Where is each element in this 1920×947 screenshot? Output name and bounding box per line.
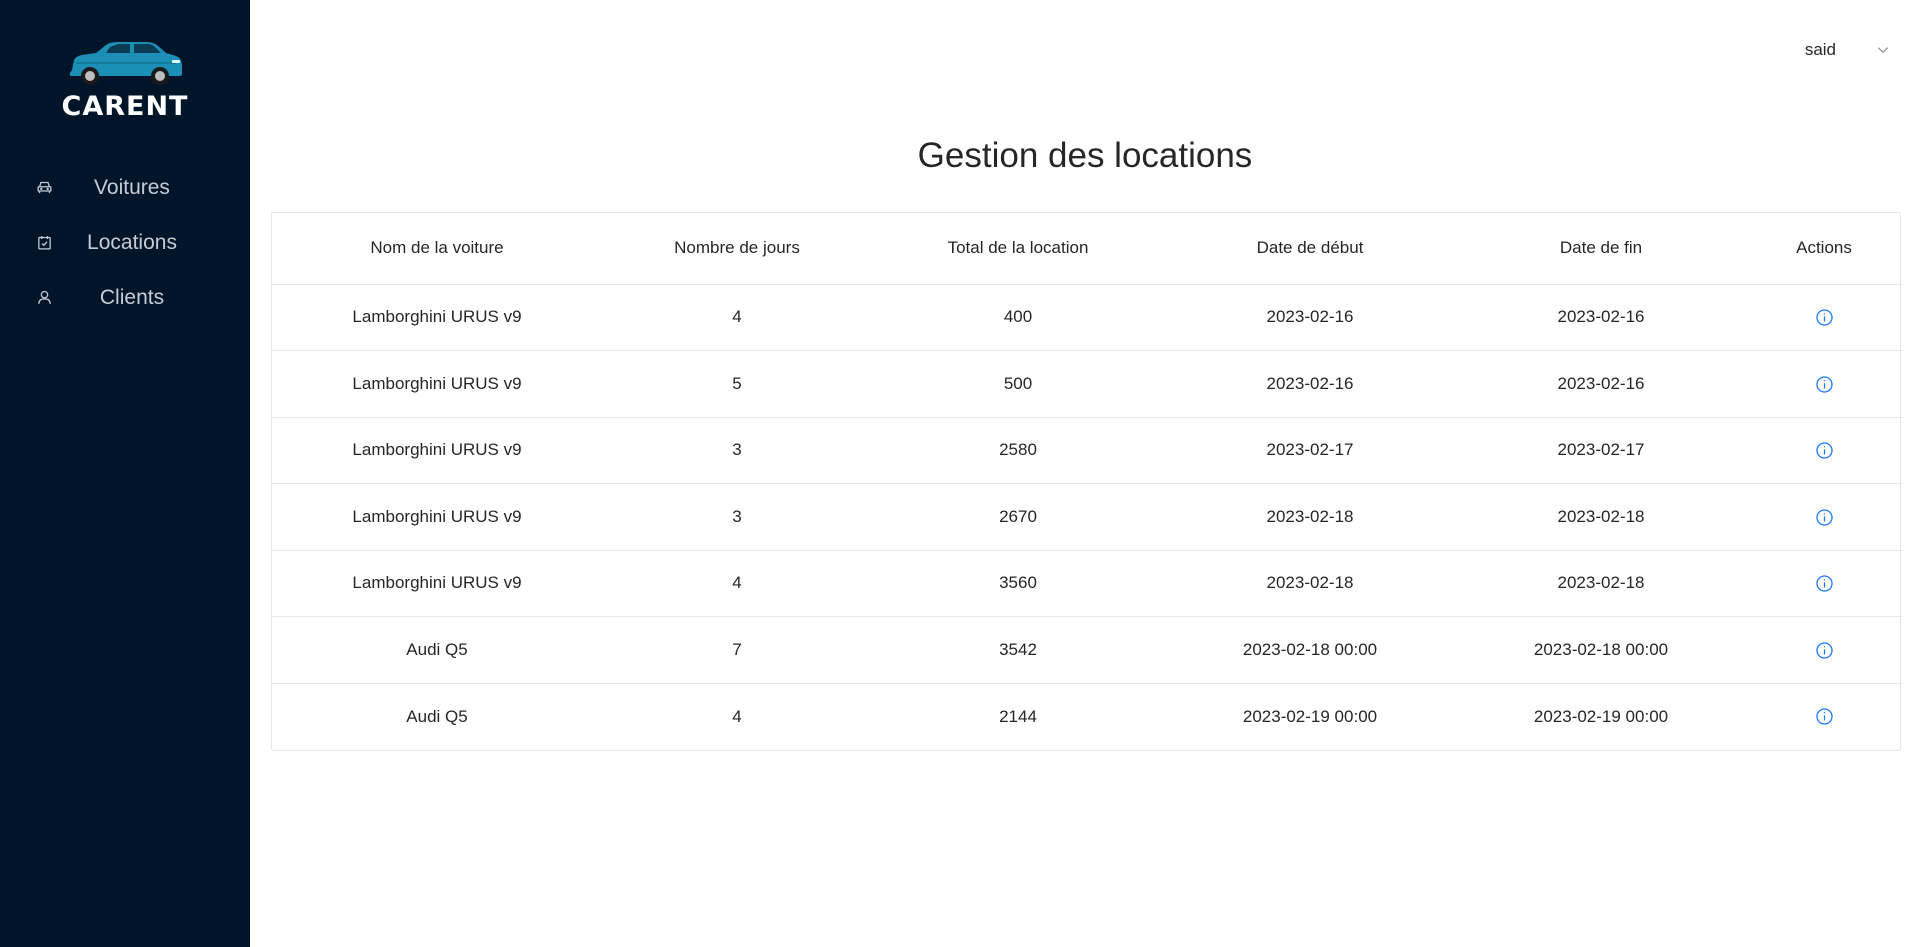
cell-end-date: 2023-02-16 <box>1456 350 1746 418</box>
car-logo-icon <box>69 42 182 85</box>
cell-car-name: Lamborghini URUS v9 <box>272 483 602 551</box>
user-dropdown[interactable]: said <box>1805 40 1890 60</box>
table-row: Lamborghini URUS v9 5 500 2023-02-16 202… <box>272 350 1902 418</box>
sidebar-item-voitures[interactable]: Voitures <box>0 160 250 215</box>
cell-end-date: 2023-02-16 <box>1456 284 1746 351</box>
car-icon <box>34 178 54 198</box>
cell-total: 2580 <box>872 417 1164 484</box>
sidebar: CARENT Voitures Locations Clients <box>0 0 250 947</box>
cell-days: 4 <box>602 550 872 617</box>
cell-car-name: Audi Q5 <box>272 616 602 684</box>
column-header-days: Nombre de jours <box>602 213 872 285</box>
cell-start-date: 2023-02-18 <box>1164 483 1456 551</box>
cell-car-name: Lamborghini URUS v9 <box>272 284 602 351</box>
table-row: Lamborghini URUS v9 3 2670 2023-02-18 20… <box>272 483 1902 551</box>
cell-days: 3 <box>602 417 872 484</box>
column-header-car-name: Nom de la voiture <box>272 213 602 285</box>
cell-car-name: Lamborghini URUS v9 <box>272 350 602 418</box>
sidebar-menu: Voitures Locations Clients <box>0 160 250 325</box>
cell-start-date: 2023-02-16 <box>1164 284 1456 351</box>
sidebar-item-locations[interactable]: Locations <box>0 215 250 270</box>
cell-end-date: 2023-02-19 00:00 <box>1533 706 1669 726</box>
user-name: said <box>1804 40 1836 59</box>
cell-total: 500 <box>872 350 1164 418</box>
sidebar-item-label: Locations <box>87 230 177 254</box>
cell-total: 400 <box>872 284 1164 351</box>
table-row: Lamborghini URUS v9 4 3560 2023-02-18 20… <box>272 550 1902 617</box>
app: CARENT Voitures Locations Clients said G… <box>0 0 1920 947</box>
cell-actions <box>1746 350 1902 418</box>
cell-actions <box>1746 483 1902 551</box>
info-circle-icon[interactable] <box>1813 506 1835 528</box>
table-row: Audi Q5 7 3542 2023-02-18 00:00 2023-02-… <box>272 616 1902 684</box>
cell-days: 3 <box>602 483 872 551</box>
calendar-check-icon <box>34 233 54 253</box>
cell-days: 4 <box>602 284 872 351</box>
table-header-row: Nom de la voiture Nombre de jours Total … <box>272 213 1902 285</box>
cell-start-date: 2023-02-17 <box>1164 417 1456 484</box>
column-header-end-date: Date de fin <box>1456 213 1746 285</box>
cell-total: 3560 <box>872 550 1164 617</box>
cell-start-date: 2023-02-18 <box>1164 550 1456 617</box>
locations-table: Nom de la voiture Nombre de jours Total … <box>271 212 1902 751</box>
column-header-start-date: Date de début <box>1164 213 1456 285</box>
info-circle-icon[interactable] <box>1813 706 1835 728</box>
sidebar-item-clients[interactable]: Clients <box>0 270 250 325</box>
cell-car-name: Lamborghini URUS v9 <box>272 417 602 484</box>
info-circle-icon[interactable] <box>1813 373 1835 395</box>
sidebar-item-label: Clients <box>99 285 165 309</box>
main-content: said Gestion des locations Nom de la voi… <box>250 0 1920 947</box>
brand-name: CARENT <box>61 91 189 122</box>
column-header-actions: Actions <box>1746 213 1902 285</box>
cell-days: 4 <box>732 706 742 726</box>
cell-car-name: Lamborghini URUS v9 <box>272 550 602 617</box>
cell-actions <box>1746 683 1902 750</box>
cell-end-date: 2023-02-18 <box>1456 483 1746 551</box>
cell-actions <box>1746 616 1902 684</box>
cell-total: 3542 <box>872 616 1164 684</box>
logo[interactable]: CARENT <box>0 0 250 122</box>
cell-start-date: 2023-02-18 00:00 <box>1164 616 1456 684</box>
table-row: Lamborghini URUS v9 3 2580 2023-02-17 20… <box>272 417 1902 484</box>
info-circle-icon[interactable] <box>1813 440 1835 462</box>
cell-car-name: Audi Q5 <box>406 706 468 726</box>
user-icon <box>34 288 54 308</box>
cell-start-date: 2023-02-19 00:00 <box>1242 706 1378 726</box>
column-header-total: Total de la location <box>872 213 1164 285</box>
cell-start-date: 2023-02-16 <box>1164 350 1456 418</box>
cell-end-date: 2023-02-17 <box>1456 417 1746 484</box>
info-circle-icon[interactable] <box>1813 639 1835 661</box>
cell-end-date: 2023-02-18 00:00 <box>1456 616 1746 684</box>
cell-days: 7 <box>602 616 872 684</box>
cell-total: 2670 <box>872 483 1164 551</box>
cell-actions <box>1746 284 1902 351</box>
info-circle-icon[interactable] <box>1813 307 1835 329</box>
cell-total: 2144 <box>999 706 1037 726</box>
chevron-down-icon <box>1876 43 1890 57</box>
info-circle-icon[interactable] <box>1813 573 1835 595</box>
page-title: Gestion des locations <box>917 136 1253 175</box>
cell-end-date: 2023-02-18 <box>1456 550 1746 617</box>
cell-actions <box>1746 417 1902 484</box>
table-row: Lamborghini URUS v9 4 400 2023-02-16 202… <box>272 284 1902 351</box>
sidebar-item-label: Voitures <box>94 175 170 199</box>
table-row: Audi Q5 4 2144 2023-02-19 00:00 2023-02-… <box>272 683 1902 750</box>
cell-days: 5 <box>602 350 872 418</box>
cell-actions <box>1746 550 1902 617</box>
